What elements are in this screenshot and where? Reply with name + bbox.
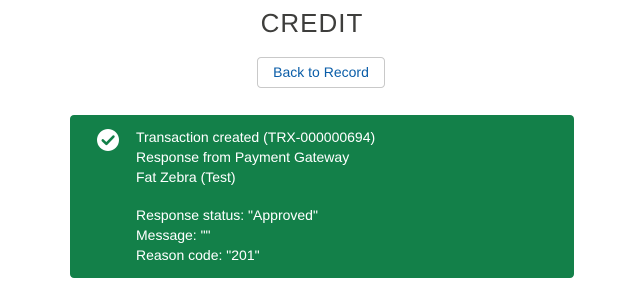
page-title: CREDIT	[260, 8, 364, 38]
credit-page: CREDIT Back to Record Transaction create…	[0, 0, 624, 293]
toast-message: Transaction created (TRX-000000694) Resp…	[136, 127, 375, 265]
response-message-text: Message: ""	[136, 227, 211, 243]
transaction-created-text: Transaction created (TRX-000000694)	[136, 129, 376, 145]
response-status-text: Response status: "Approved"	[136, 207, 318, 223]
reason-code-text: Reason code: "201"	[136, 247, 260, 263]
gateway-name-text: Fat Zebra (Test)	[136, 169, 236, 185]
back-to-record-button[interactable]: Back to Record	[257, 57, 385, 88]
success-toast: Transaction created (TRX-000000694) Resp…	[70, 115, 574, 278]
gateway-response-text: Response from Payment Gateway	[136, 149, 350, 165]
success-check-icon	[96, 128, 120, 152]
